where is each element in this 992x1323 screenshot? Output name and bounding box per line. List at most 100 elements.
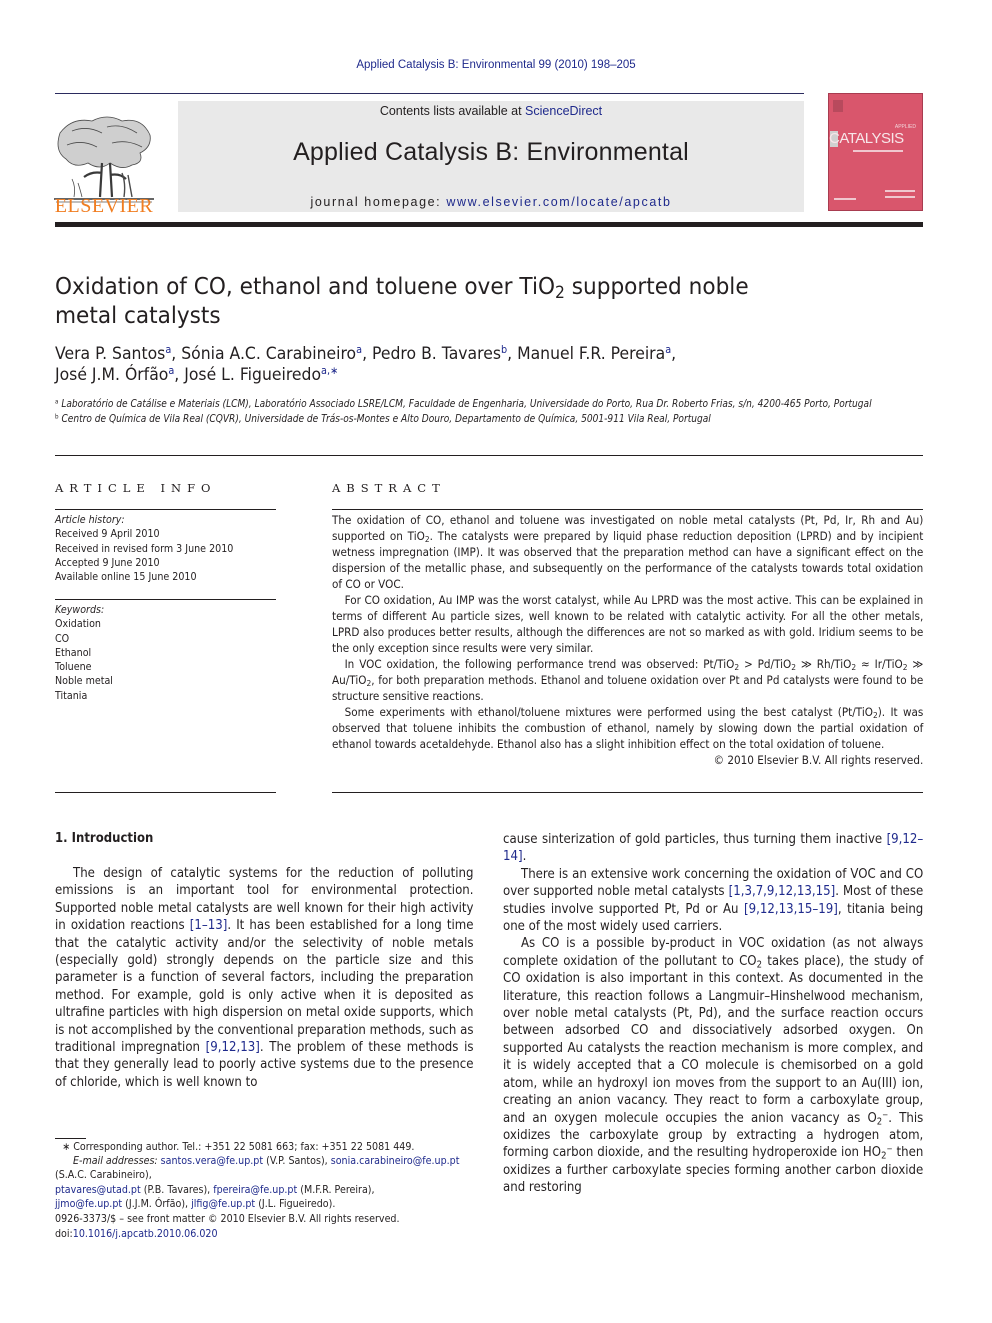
email-owner: (M.F.R. Pereira),	[297, 1183, 375, 1196]
email-link[interactable]: ptavares@utad.pt	[55, 1184, 141, 1196]
affiliation-marker[interactable]: a,∗	[321, 365, 338, 377]
contents-availability: Contents lists available at ScienceDirec…	[178, 104, 804, 118]
abstract-paragraph: In VOC oxidation, the following performa…	[332, 657, 924, 703]
author-name[interactable]: Manuel F.R. Pereira	[517, 344, 665, 364]
elsevier-wordmark[interactable]: ELSEVIER	[52, 195, 156, 218]
doi-line: doi:10.1016/j.apcatb.2010.06.020	[55, 1227, 474, 1242]
keyword: Toluene	[55, 661, 92, 674]
author-separator: ,	[507, 344, 518, 364]
author-name[interactable]: José L. Figueiredo	[184, 365, 321, 385]
keyword: CO	[55, 632, 70, 645]
citation-link[interactable]: [1–13]	[190, 918, 228, 933]
sciencedirect-link[interactable]: ScienceDirect	[525, 104, 602, 118]
author-list: Vera P. Santosa, Sónia A.C. Carabineiroa…	[55, 344, 819, 386]
issn-line: 0926-3373/$ – see front matter © 2010 El…	[55, 1213, 400, 1225]
header-rule	[55, 93, 804, 94]
journal-banner: Contents lists available at ScienceDirec…	[178, 101, 804, 212]
body-paragraph: As CO is a possible by-product in VOC ox…	[503, 936, 924, 1196]
author-name[interactable]: Sónia A.C. Carabineiro	[181, 344, 356, 364]
author-separator: ,	[174, 365, 185, 385]
email-owner: (S.A.C. Carabineiro),	[55, 1169, 152, 1182]
history-item: Received in revised form 3 June 2010	[55, 542, 234, 555]
email-owner: (V.P. Santos),	[263, 1155, 331, 1168]
cover-footer-line	[834, 198, 856, 200]
history-item: Accepted 9 June 2010	[55, 556, 160, 569]
citation-link[interactable]: [9,12,13]	[206, 1040, 260, 1055]
introduction-heading: 1. Introduction	[55, 831, 154, 846]
author-separator: ,	[171, 344, 182, 364]
affiliation-text: Centro de Química de Vila Real (CQVR), U…	[58, 413, 711, 425]
email-link[interactable]: fpereira@fe.up.pt	[213, 1184, 297, 1196]
abstract-body: The oxidation of CO, ethanol and toluene…	[332, 512, 923, 768]
author-separator: ,	[671, 344, 677, 364]
cover-subtitle-line	[853, 150, 903, 152]
homepage-label: journal homepage:	[310, 195, 447, 209]
article-history: Article history: Received 9 April 2010 Re…	[55, 513, 271, 584]
article-history-list: Received 9 April 2010 Received in revised…	[55, 527, 271, 584]
keyword: Oxidation	[55, 618, 101, 631]
article-history-label: Article history:	[55, 514, 125, 526]
abstract-rule	[332, 792, 923, 793]
citation-link[interactable]: [9,12,13,15–19]	[744, 902, 838, 917]
affiliation-text: Laboratório de Catálise e Materiais (LCM…	[58, 398, 872, 410]
info-rule	[55, 792, 276, 793]
footnote-rule	[55, 1138, 86, 1139]
keywords: Keywords: Oxidation CO Ethanol Toluene Noble…	[55, 603, 271, 703]
abstract-copyright: © 2010 Elsevier B.V. All rights reserved…	[713, 753, 924, 767]
affiliation: b Centro de Química de Vila Real (CQVR),…	[55, 412, 847, 427]
abstract-paragraph: Some experiments with ethanol/toluene mi…	[332, 705, 924, 751]
homepage-link[interactable]: www.elsevier.com/locate/apcatb	[446, 195, 671, 209]
keyword: Noble metal	[55, 675, 113, 688]
journal-homepage: journal homepage: www.elsevier.com/locat…	[178, 195, 804, 209]
email-link[interactable]: sonia.carabineiro@fe.up.pt	[331, 1155, 460, 1167]
body-paragraph: cause sinterization of gold particles, t…	[503, 832, 924, 865]
title-text: Oxidation of CO, ethanol and toluene ove…	[55, 272, 555, 300]
keyword: Ethanol	[55, 646, 92, 659]
body-paragraph: There is an extensive work concerning th…	[503, 866, 924, 935]
email-owner: (P.B. Tavares),	[140, 1183, 214, 1196]
abstract-paragraph: The oxidation of CO, ethanol and toluene…	[332, 513, 924, 591]
email-owner: (J.L. Figueiredo).	[255, 1197, 336, 1210]
doi-link[interactable]: 10.1016/j.apcatb.2010.06.020	[73, 1228, 218, 1240]
title-subscript: 2	[554, 282, 565, 303]
cover-footer-line	[885, 196, 915, 198]
contents-prefix: Contents lists available at	[379, 104, 526, 118]
keyword-list: Oxidation CO Ethanol Toluene Noble metal Tita…	[55, 617, 271, 703]
author-name[interactable]: José J.M. Órfão	[55, 365, 168, 385]
section-rule	[55, 455, 923, 456]
citation-link[interactable]: [1,3,7,9,12,13,15]	[729, 884, 836, 899]
cover-catalysis-label: CATALYSIS	[829, 130, 904, 147]
body-column-left: The design of catalytic systems for the …	[55, 865, 474, 1091]
info-rule	[55, 599, 276, 600]
email-owner: (J.J.M. Órfão),	[122, 1197, 192, 1210]
author-name[interactable]: Pedro B. Tavares	[372, 344, 501, 364]
info-rule	[55, 509, 276, 510]
corresponding-author-note: ∗ Corresponding author. Tel.: +351 22 50…	[62, 1141, 415, 1153]
keywords-label: Keywords:	[55, 604, 105, 616]
abstract-paragraph: For CO oxidation, Au IMP was the worst c…	[332, 593, 924, 655]
footnotes: ∗ Corresponding author. Tel.: +351 22 50…	[55, 1140, 474, 1211]
article-title: Oxidation of CO, ethanol and toluene ove…	[55, 272, 754, 330]
article-info-heading: ARTICLE INFO	[55, 481, 217, 495]
history-item: Received 9 April 2010	[55, 528, 160, 541]
email-link[interactable]: jjmo@fe.up.pt	[55, 1198, 122, 1210]
journal-title: Applied Catalysis B: Environmental	[293, 138, 689, 166]
author-name[interactable]: Vera P. Santos	[55, 344, 165, 364]
abstract-heading: ABSTRACT	[332, 481, 446, 495]
email-link[interactable]: santos.vera@fe.up.pt	[161, 1155, 263, 1167]
body-column-right: cause sinterization of gold particles, t…	[503, 831, 923, 1197]
affiliations: a Laboratório de Catálise e Materiais (L…	[55, 397, 872, 427]
author-separator: ,	[362, 344, 373, 364]
keyword: Titania	[55, 689, 88, 702]
email-link[interactable]: jlfig@fe.up.pt	[191, 1198, 255, 1210]
running-header-citation[interactable]: Applied Catalysis B: Environmental 99 (2…	[0, 59, 992, 71]
header-thick-rule	[55, 222, 923, 227]
body-paragraph: The design of catalytic systems for the …	[55, 866, 474, 1090]
doi-label: doi:	[55, 1227, 73, 1240]
abstract-rule	[332, 509, 923, 510]
email-addresses: E-mail addresses: santos.vera@fe.up.pt (…	[55, 1154, 474, 1211]
email-label: E-mail addresses:	[73, 1155, 158, 1168]
history-item: Available online 15 June 2010	[55, 571, 197, 584]
journal-cover-thumbnail[interactable]: APPLIED CATALYSIS	[828, 93, 923, 211]
front-matter: 0926-3373/$ – see front matter © 2010 El…	[55, 1212, 474, 1241]
